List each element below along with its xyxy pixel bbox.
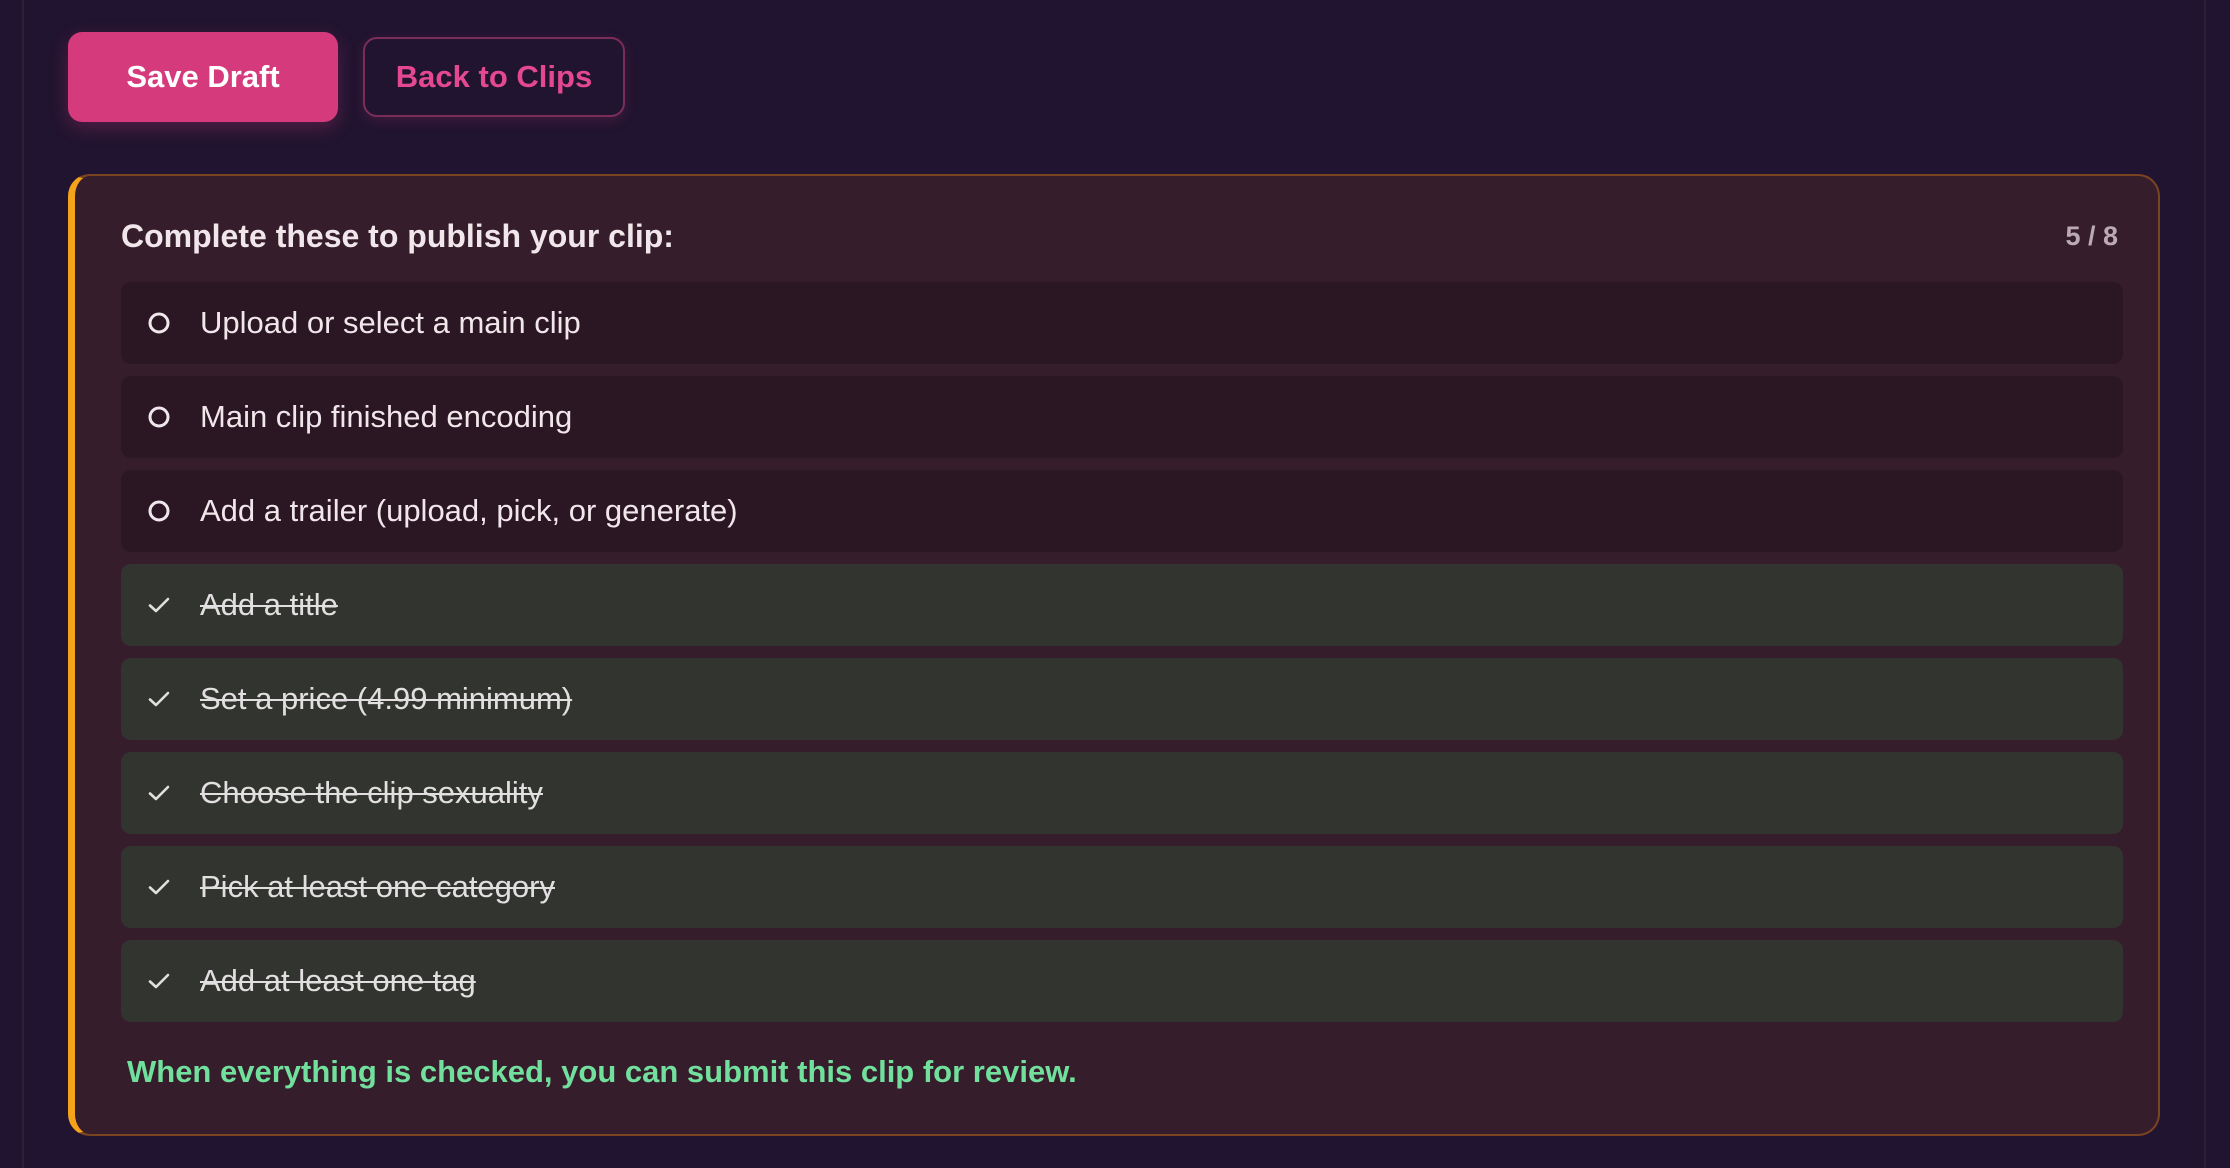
checklist-title: Complete these to publish your clip: [121, 217, 674, 254]
content-border-right [2204, 0, 2206, 1168]
check-icon [146, 874, 172, 900]
checklist-item: Pick at least one category [121, 846, 2123, 928]
publish-checklist: Complete these to publish your clip: 5 /… [68, 174, 2160, 1136]
checklist-item: Upload or select a main clip [121, 282, 2123, 364]
circle-icon [146, 498, 172, 524]
checklist-item: Main clip finished encoding [121, 376, 2123, 458]
checklist-header: Complete these to publish your clip: 5 /… [121, 216, 2118, 256]
check-icon [146, 968, 172, 994]
page: Save Draft Back to Clips Complete these … [0, 0, 2230, 1168]
checklist-item: Add a title [121, 564, 2123, 646]
content-border-left [22, 0, 24, 1168]
checklist-item-label: Pick at least one category [200, 869, 555, 904]
checklist-item-label: Add a title [200, 587, 338, 622]
checklist-item-label: Add a trailer (upload, pick, or generate… [200, 493, 738, 528]
checklist-item-label: Choose the clip sexuality [200, 775, 543, 810]
checklist-item: Choose the clip sexuality [121, 752, 2123, 834]
submit-hint: When everything is checked, you can subm… [127, 1054, 1077, 1089]
checklist-items: Upload or select a main clip Main clip f… [121, 282, 2123, 1034]
checklist-progress: 5 / 8 [2065, 220, 2118, 251]
checklist-item: Add a trailer (upload, pick, or generate… [121, 470, 2123, 552]
checklist-item-label: Upload or select a main clip [200, 305, 581, 340]
circle-icon [146, 404, 172, 430]
save-draft-button[interactable]: Save Draft [68, 32, 338, 122]
back-to-clips-button[interactable]: Back to Clips [363, 37, 625, 117]
checklist-item-label: Set a price (4.99 minimum) [200, 681, 573, 716]
check-icon [146, 592, 172, 618]
checklist-item: Set a price (4.99 minimum) [121, 658, 2123, 740]
checklist-item: Add at least one tag [121, 940, 2123, 1022]
check-icon [146, 780, 172, 806]
checklist-item-label: Add at least one tag [200, 963, 476, 998]
circle-icon [146, 310, 172, 336]
checklist-item-label: Main clip finished encoding [200, 399, 573, 434]
action-bar: Save Draft Back to Clips [68, 32, 625, 122]
check-icon [146, 686, 172, 712]
